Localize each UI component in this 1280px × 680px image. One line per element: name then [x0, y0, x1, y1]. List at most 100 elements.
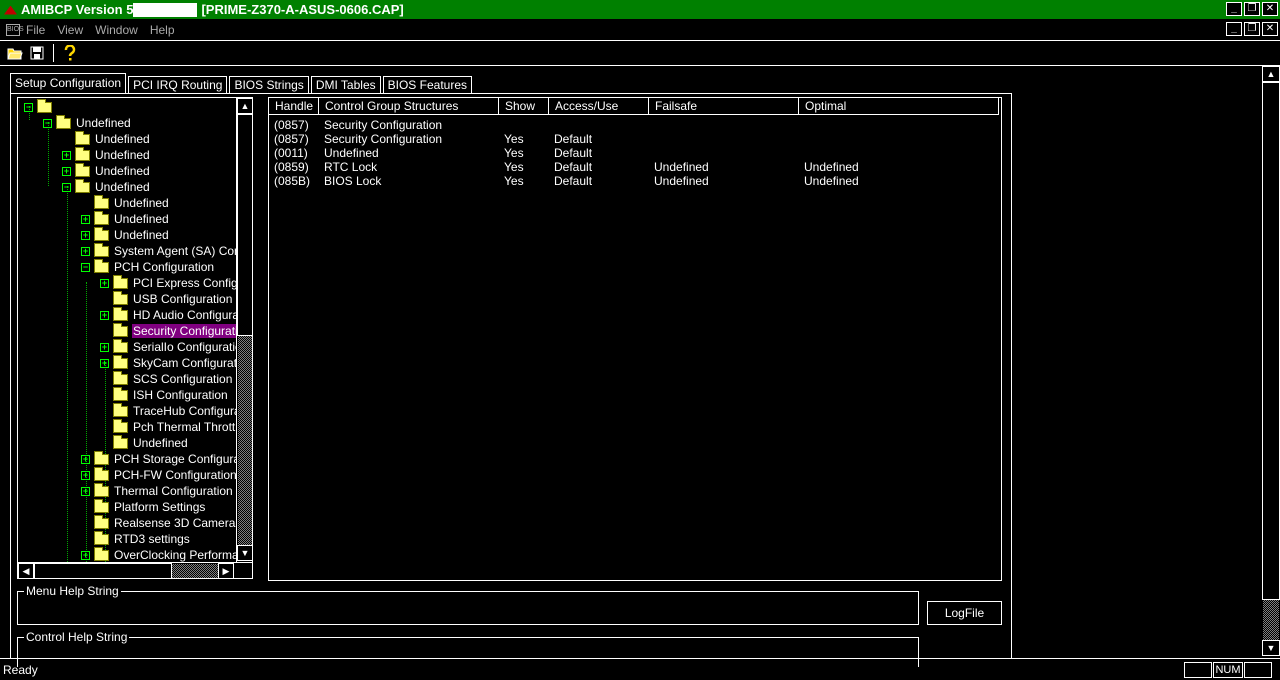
folder-icon [113, 274, 128, 289]
child-close-button[interactable]: ✕ [1262, 22, 1278, 36]
cell-handle: (0011) [274, 146, 308, 160]
tab-bios-strings[interactable]: BIOS Strings [229, 76, 309, 94]
expand-plus-icon[interactable]: + [81, 470, 90, 480]
main-scroll-down-arrow-icon[interactable]: ▼ [1262, 640, 1280, 656]
child-restore-button[interactable]: ❐ [1244, 22, 1260, 36]
tree-item[interactable]: Platform Settings [81, 498, 206, 515]
tree-item[interactable]: Undefined [81, 194, 170, 211]
expand-plus-icon[interactable]: + [100, 278, 109, 288]
table-row[interactable]: (0857) Security Configuration [269, 118, 999, 132]
tree-scroll-thumb[interactable] [237, 114, 252, 336]
menu-file[interactable]: File [26, 23, 45, 37]
tree-item[interactable]: + OverClocking Performance [81, 546, 236, 562]
main-scroll-track[interactable] [1263, 600, 1279, 640]
tree-item[interactable]: Undefined [100, 434, 189, 451]
tree-item[interactable]: − PCH Configuration [81, 258, 215, 275]
expand-plus-icon[interactable]: + [81, 454, 90, 464]
tree-item[interactable]: + Undefined [62, 162, 151, 179]
menu-window[interactable]: Window [95, 23, 138, 37]
tree-scroll-track[interactable] [238, 336, 252, 546]
expand-plus-icon[interactable]: + [81, 550, 90, 560]
menu-bar: BIOS File View Window Help [0, 20, 1280, 39]
tree-item[interactable]: + System Agent (SA) Configuration [81, 242, 236, 259]
tree-item[interactable]: Pch Thermal Throttling [100, 418, 236, 435]
menu-view[interactable]: View [57, 23, 83, 37]
tree-item[interactable]: + PCI Express Configuration [100, 274, 236, 291]
tree-item[interactable]: − Undefined [43, 114, 132, 131]
tab-dmi-tables[interactable]: DMI Tables [310, 76, 381, 94]
minimize-button[interactable]: _ [1226, 2, 1242, 16]
tree-item[interactable]: USB Configuration [100, 290, 233, 307]
expand-plus-icon[interactable]: + [81, 214, 90, 224]
tree-item[interactable]: + Undefined [81, 210, 170, 227]
column-header-control-group[interactable]: Control Group Structures [319, 98, 499, 114]
expand-plus-icon[interactable]: + [62, 150, 71, 160]
tree-item[interactable]: Undefined [62, 130, 151, 147]
tab-pci-irq-routing[interactable]: PCI IRQ Routing [128, 76, 228, 94]
table-row[interactable]: (0859) RTC Lock Yes Default Undefined Undefin… [269, 160, 999, 174]
expand-plus-icon[interactable]: + [81, 246, 90, 256]
tree-item[interactable]: + Undefined [62, 146, 151, 163]
scroll-down-arrow-icon[interactable]: ▼ [237, 545, 252, 561]
tree-item[interactable]: + HD Audio Configuration [100, 306, 236, 323]
tree-item[interactable]: RTD3 settings [81, 530, 191, 547]
expand-plus-icon[interactable]: + [81, 486, 90, 496]
tree-item[interactable]: − [24, 98, 58, 115]
column-header-handle[interactable]: Handle [269, 98, 319, 114]
column-header-access[interactable]: Access/Use [549, 98, 649, 114]
scroll-right-arrow-icon[interactable]: ▶ [218, 563, 234, 578]
folder-open-icon[interactable] [6, 44, 24, 62]
collapse-minus-icon[interactable]: − [62, 182, 71, 192]
scroll-left-arrow-icon[interactable]: ◀ [18, 563, 34, 578]
tree-item-selected[interactable]: Security Configuration [100, 322, 236, 339]
expand-plus-icon[interactable]: + [100, 310, 109, 320]
expand-plus-icon[interactable]: + [100, 342, 109, 352]
table-row[interactable]: (085B) BIOS Lock Yes Default Undefined Undefi… [269, 174, 999, 188]
tree-item[interactable]: + PCH-FW Configuration [81, 466, 236, 483]
document-icon[interactable]: BIOS [6, 23, 24, 36]
expand-plus-icon[interactable]: + [100, 358, 109, 368]
help-icon[interactable] [61, 44, 79, 62]
tree-item[interactable]: + SkyCam Configuration [100, 354, 236, 371]
save-icon[interactable] [28, 44, 46, 62]
close-button[interactable]: ✕ [1262, 2, 1278, 16]
main-scroll-thumb[interactable] [1262, 82, 1280, 600]
menu-help[interactable]: Help [150, 23, 175, 37]
tab-bios-features[interactable]: BIOS Features [382, 76, 472, 94]
main-vertical-scrollbar[interactable]: ▲ ▼ [1262, 66, 1280, 656]
tree-hscroll-track[interactable] [172, 564, 218, 578]
collapse-minus-icon[interactable]: − [24, 102, 33, 112]
tree-guide-line [67, 186, 68, 562]
tree-item[interactable]: Realsense 3D Camera Settings [81, 514, 236, 531]
tree-item-label: Platform Settings [114, 500, 206, 514]
tree-item[interactable]: + PCH Storage Configuration [81, 450, 236, 467]
tab-setup-configuration[interactable]: Setup Configuration [10, 73, 127, 94]
tree-item[interactable]: + Undefined [81, 226, 170, 243]
expand-plus-icon[interactable]: + [81, 230, 90, 240]
folder-icon [94, 514, 109, 529]
column-header-failsafe[interactable]: Failsafe [649, 98, 799, 114]
restore-button[interactable]: ❐ [1244, 2, 1260, 16]
tree-item[interactable]: − Undefined [62, 178, 151, 195]
table-row[interactable]: (0857) Security Configuration Yes Default [269, 132, 999, 146]
scroll-up-arrow-icon[interactable]: ▲ [237, 98, 252, 114]
child-minimize-button[interactable]: _ [1226, 22, 1242, 36]
tree-item[interactable]: TraceHub Configuration [100, 402, 236, 419]
column-header-optimal[interactable]: Optimal [799, 98, 999, 114]
column-header-show[interactable]: Show [499, 98, 549, 114]
collapse-minus-icon[interactable]: − [43, 118, 52, 128]
main-scroll-up-arrow-icon[interactable]: ▲ [1262, 66, 1280, 82]
tree-horizontal-scrollbar[interactable]: ◀ ▶ [18, 562, 252, 578]
tree-hscroll-thumb[interactable] [34, 563, 172, 578]
cell-access: Default [554, 174, 593, 188]
tree-item[interactable]: + SerialIo Configuration [100, 338, 236, 355]
tree-item[interactable]: + Thermal Configuration [81, 482, 234, 499]
tree-item[interactable]: ISH Configuration [100, 386, 229, 403]
tree-vertical-scrollbar[interactable]: ▲ ▼ [236, 98, 252, 562]
tree-item[interactable]: SCS Configuration [100, 370, 233, 387]
setup-tree[interactable]: − − Undefined Undefined + Undefined + Undefined… [17, 97, 253, 579]
logfile-button[interactable]: LogFile [927, 601, 1002, 625]
expand-plus-icon[interactable]: + [62, 166, 71, 176]
table-row[interactable]: (0011) Undefined Yes Default [269, 146, 999, 160]
collapse-minus-icon[interactable]: − [81, 262, 90, 272]
